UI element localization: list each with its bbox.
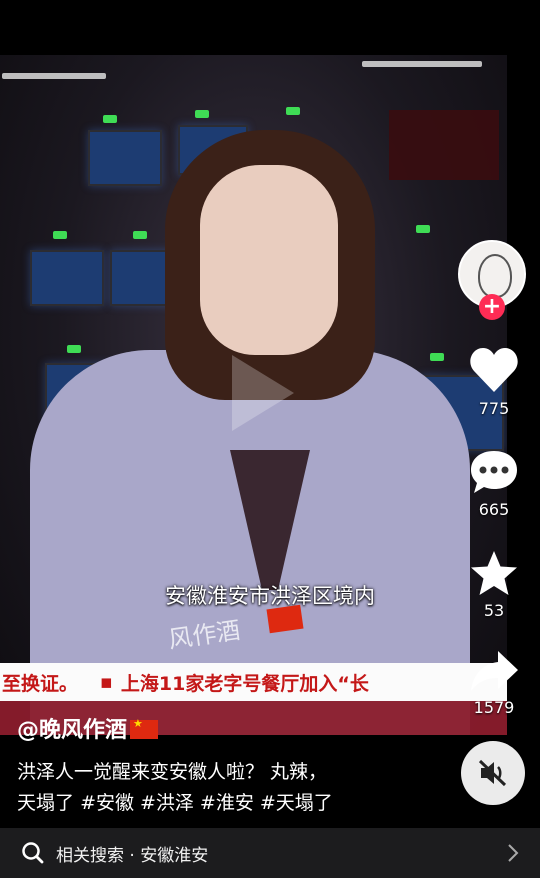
video-subtitle: 安徽淮安市洪泽区境内 (165, 584, 375, 608)
like-button[interactable] (466, 346, 522, 398)
chevron-right-icon (508, 844, 519, 862)
studio-light (2, 73, 106, 79)
studio-monitor (88, 130, 162, 186)
comment-button[interactable] (466, 448, 522, 500)
like-count: 775 (478, 399, 510, 418)
follow-button[interactable]: + (479, 294, 505, 320)
description-line-1: 洪泽人一觉醒来变安徽人啦？ 丸辣， (17, 761, 328, 783)
avatar-illustration (478, 254, 512, 298)
mute-button[interactable] (461, 741, 525, 805)
indicator-light (133, 231, 147, 239)
favorite-button[interactable] (466, 549, 522, 603)
share-button[interactable] (466, 648, 522, 698)
indicator-light (103, 115, 117, 123)
related-search-label: 相关搜索 · 安徽淮安 (56, 845, 209, 866)
author-handle[interactable]: @晚风作酒 (17, 718, 127, 743)
studio-display-panel (389, 110, 499, 180)
indicator-light (53, 231, 67, 239)
studio-light (362, 61, 482, 67)
china-flag-icon (130, 717, 159, 739)
video-description[interactable]: 洪泽人一觉醒来变安徽人啦？ 丸辣， 天塌了 #安徽 #洪泽 #淮安 #天塌了 (17, 757, 447, 819)
comment-count: 665 (478, 500, 510, 519)
share-arrow-icon (471, 651, 518, 691)
hashtag-link[interactable]: #天塌了 (260, 792, 333, 814)
ticker-text-right: 上海11家老字号餐厅加入“ (120, 672, 350, 695)
description-line-2: 天塌了 #安徽 #洪泽 #淮安 #天塌了 (17, 788, 447, 819)
anchor-face (200, 165, 338, 355)
indicator-light (195, 110, 209, 118)
ticker-text-tail: 长 (349, 672, 369, 695)
news-ticker: 至换证。 ▪ 上海11家老字号餐厅加入“ 长 (0, 663, 507, 701)
ticker-text-left: 至换证。 (2, 672, 79, 695)
search-icon (22, 842, 44, 864)
favorite-count: 53 (483, 601, 505, 620)
studio-monitor (30, 250, 104, 306)
flag-icon (266, 604, 304, 634)
comment-icon (471, 451, 517, 493)
heart-icon (470, 348, 518, 392)
star-icon (471, 551, 517, 595)
play-icon[interactable] (232, 355, 294, 431)
speaker-muted-icon (478, 759, 507, 787)
ticker-bullet: ▪ (100, 671, 113, 693)
hashtag-link[interactable]: #洪泽 (140, 792, 194, 814)
indicator-light (416, 225, 430, 233)
share-count: 1579 (473, 698, 515, 717)
indicator-light (286, 107, 300, 115)
hashtag-link[interactable]: #安徽 (80, 792, 134, 814)
video-player[interactable]: 安徽淮安市洪泽区境内 风作酒 至换证。 ▪ 上海11家老字号餐厅加入“ 长 (0, 55, 507, 735)
indicator-light (430, 353, 444, 361)
description-text: 天塌了 (17, 792, 75, 814)
hashtag-link[interactable]: #淮安 (200, 792, 254, 814)
author-name[interactable]: @晚风作酒 (17, 712, 159, 744)
indicator-light (67, 345, 81, 353)
related-search-bar[interactable]: 相关搜索 · 安徽淮安 (0, 828, 540, 878)
